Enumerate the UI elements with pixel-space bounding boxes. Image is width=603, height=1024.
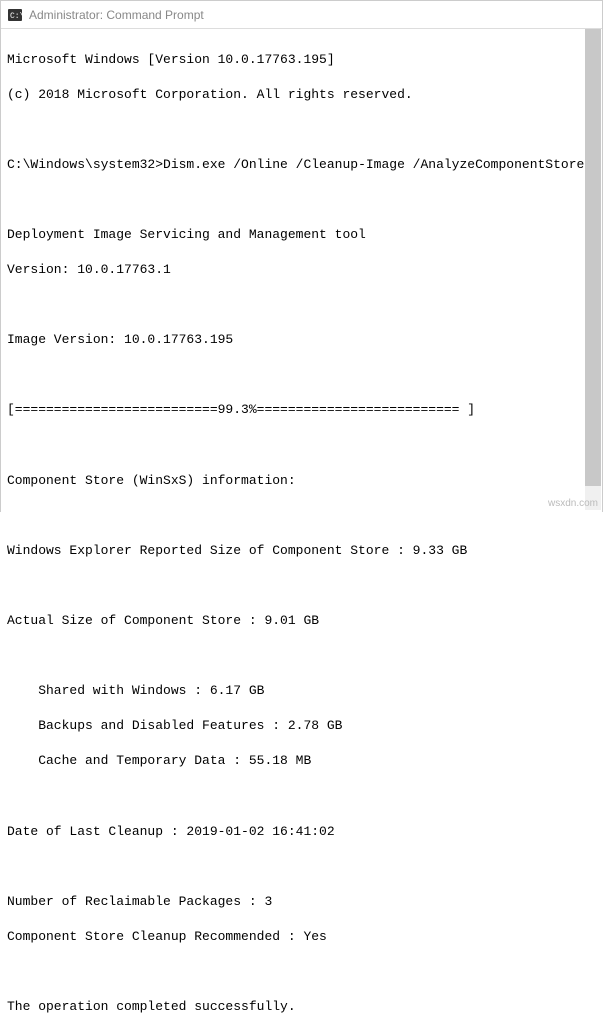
blank-line: [7, 577, 596, 595]
blank-line: [7, 437, 596, 455]
console-line: Image Version: 10.0.17763.195: [7, 331, 596, 349]
console-line: Backups and Disabled Features : 2.78 GB: [7, 717, 596, 735]
console-line: Component Store Cleanup Recommended : Ye…: [7, 928, 596, 946]
blank-line: [7, 121, 596, 139]
blank-line: [7, 507, 596, 525]
blank-line: [7, 647, 596, 665]
prompt-path: C:\Windows\system32>: [7, 157, 163, 172]
console-line: (c) 2018 Microsoft Corporation. All righ…: [7, 86, 596, 104]
progress-bar-line: [==========================99.3%========…: [7, 401, 596, 419]
svg-text:C:\: C:\: [10, 12, 23, 21]
console-line: Date of Last Cleanup : 2019-01-02 16:41:…: [7, 823, 596, 841]
blank-line: [7, 296, 596, 314]
console-line: Cache and Temporary Data : 55.18 MB: [7, 752, 596, 770]
blank-line: [7, 191, 596, 209]
console-prompt-line: C:\Windows\system32>Dism.exe /Online /Cl…: [7, 156, 596, 174]
console-area[interactable]: Microsoft Windows [Version 10.0.17763.19…: [1, 29, 602, 1024]
blank-line: [7, 366, 596, 384]
vertical-scrollbar[interactable]: [585, 29, 601, 510]
console-line: Component Store (WinSxS) information:: [7, 472, 596, 490]
window-titlebar[interactable]: C:\ Administrator: Command Prompt: [1, 1, 602, 29]
console-line: Shared with Windows : 6.17 GB: [7, 682, 596, 700]
scrollbar-thumb[interactable]: [585, 29, 601, 486]
blank-line: [7, 788, 596, 806]
console-line: Actual Size of Component Store : 9.01 GB: [7, 612, 596, 630]
console-line: Windows Explorer Reported Size of Compon…: [7, 542, 596, 560]
console-line: Version: 10.0.17763.1: [7, 261, 596, 279]
cmd-icon: C:\: [7, 7, 23, 23]
console-line: Deployment Image Servicing and Managemen…: [7, 226, 596, 244]
console-line: The operation completed successfully.: [7, 998, 596, 1016]
watermark: wsxdn.com: [548, 498, 598, 509]
blank-line: [7, 963, 596, 981]
console-line: Microsoft Windows [Version 10.0.17763.19…: [7, 51, 596, 69]
window-title: Administrator: Command Prompt: [29, 8, 204, 22]
blank-line: [7, 858, 596, 876]
prompt-command: Dism.exe /Online /Cleanup-Image /Analyze…: [163, 157, 584, 172]
console-line: Number of Reclaimable Packages : 3: [7, 893, 596, 911]
